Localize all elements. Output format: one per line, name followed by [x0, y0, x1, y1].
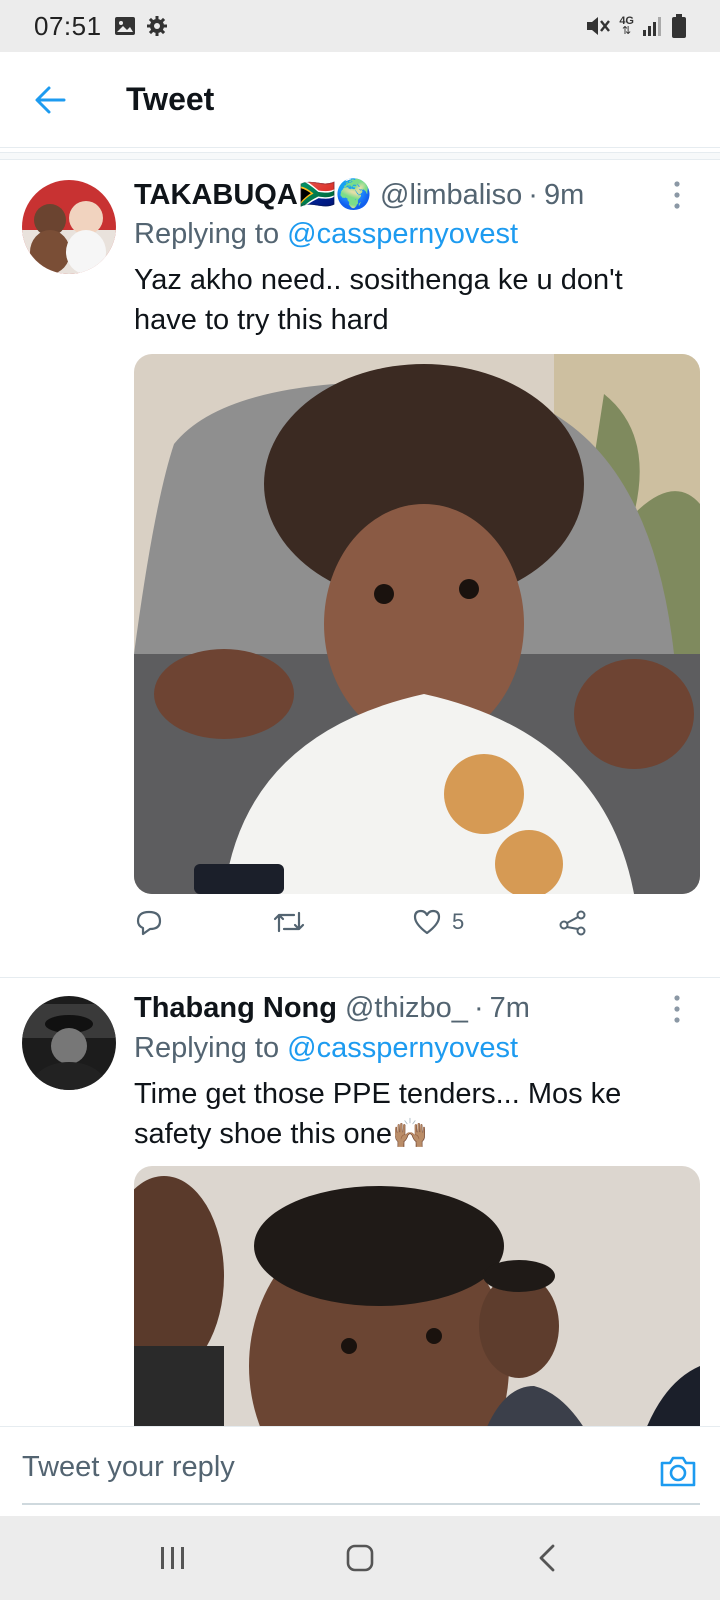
system-nav-bar [0, 1516, 720, 1600]
tweet-header: Thabang Nong @thizbo_ · 7m [134, 992, 530, 1025]
recent-apps-button[interactable] [143, 1528, 203, 1588]
back-icon [539, 1544, 555, 1572]
mention-link[interactable]: @casspernyovest [287, 1032, 518, 1064]
share-icon [559, 910, 586, 936]
user-handle[interactable]: @limbaliso [380, 179, 522, 212]
user-handle[interactable]: @thizbo_ [345, 992, 468, 1025]
reply-input-underline [22, 1503, 700, 1505]
home-button[interactable] [330, 1528, 390, 1588]
battery-icon [672, 14, 686, 38]
system-back-button[interactable] [517, 1528, 577, 1588]
tweet-time: 9m [543, 178, 585, 211]
home-icon [346, 1544, 374, 1572]
more-options-icon[interactable] [670, 994, 684, 1024]
share-button[interactable] [558, 907, 588, 937]
tweet-header: TAKABUQA 🇿🇦🌍 @limbaliso · 9m [134, 178, 585, 212]
back-button[interactable] [20, 70, 80, 130]
avatar[interactable] [22, 180, 116, 274]
display-name[interactable]: Thabang Nong [134, 992, 337, 1025]
tweet-card[interactable]: Thabang Nong @thizbo_ · 7m Replying to @… [0, 978, 720, 1426]
like-button[interactable]: 5 [412, 908, 558, 936]
status-time: 07:51 [34, 10, 102, 41]
avatar[interactable] [22, 996, 116, 1090]
tweet-image[interactable] [134, 1166, 700, 1426]
tweet-image[interactable] [134, 354, 700, 894]
replying-to: Replying to @casspernyovest [134, 218, 519, 250]
page-title: Tweet [126, 81, 215, 117]
more-options-icon[interactable] [670, 180, 684, 210]
gear-icon [146, 16, 167, 36]
header-divider [0, 152, 720, 160]
replying-to: Replying to @casspernyovest [134, 1032, 519, 1064]
heart-icon [413, 909, 441, 935]
recent-apps-icon [161, 1547, 185, 1569]
mute-icon [587, 17, 611, 35]
mention-link[interactable]: @casspernyovest [287, 218, 518, 250]
retweet-icon [273, 911, 305, 933]
status-bar: 07:51 4G ⇅ [0, 0, 720, 52]
reply-icon [136, 910, 162, 936]
like-count: 5 [452, 909, 465, 934]
network-4g-icon: 4G ⇅ [619, 15, 634, 37]
retweet-button[interactable] [272, 907, 412, 937]
tweet-time: 7m [489, 992, 530, 1024]
camera-icon[interactable] [658, 1451, 698, 1491]
tweet-actions: 5 [134, 902, 634, 942]
tweet-card[interactable]: TAKABUQA 🇿🇦🌍 @limbaliso · 9m Replying to… [0, 160, 720, 978]
reply-composer: Tweet your reply [0, 1426, 720, 1516]
display-name[interactable]: TAKABUQA [134, 179, 298, 212]
app-header: Tweet [0, 52, 720, 148]
image-icon [114, 17, 135, 35]
tweet-text: Yaz akho need.. sosithenga ke u don't ha… [134, 264, 623, 336]
reply-input[interactable]: Tweet your reply [22, 1451, 235, 1484]
name-emoji: 🇿🇦🌍 [299, 179, 372, 211]
reply-button[interactable] [134, 907, 272, 937]
back-arrow-icon [35, 86, 66, 113]
tweet-text: Time get those PPE tenders... Mos ke saf… [134, 1078, 622, 1150]
signal-icon [643, 17, 661, 36]
